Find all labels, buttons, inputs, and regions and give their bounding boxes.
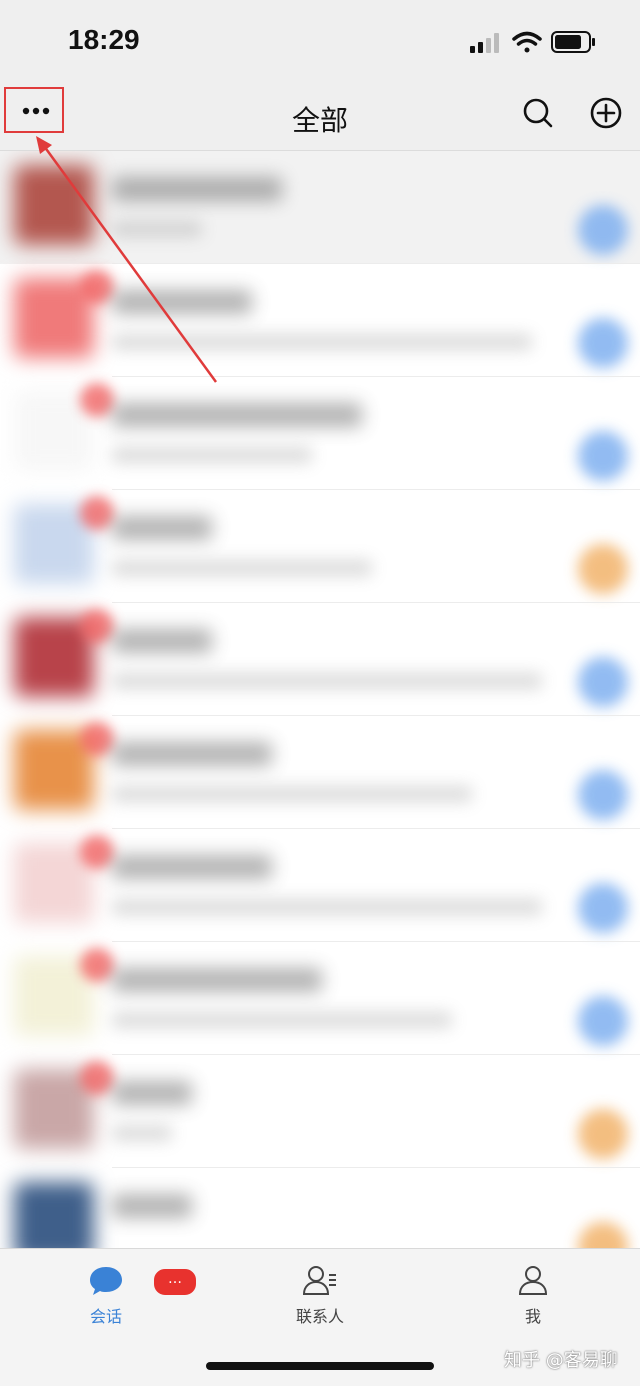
person-icon: [518, 1266, 548, 1295]
conversation-title: [112, 1081, 192, 1105]
unread-badge: [80, 270, 114, 304]
channel-tag: [578, 996, 628, 1046]
channel-tag: [578, 1109, 628, 1159]
avatar: [14, 1182, 94, 1248]
channel-tag: [578, 318, 628, 368]
conversation-row[interactable]: [0, 829, 640, 942]
conversation-title: [112, 290, 252, 314]
unread-badge: [80, 948, 114, 982]
conversation-preview: [112, 786, 472, 802]
status-icons: [470, 31, 595, 53]
unread-badge: [80, 835, 114, 869]
conversation-preview: [112, 447, 312, 463]
cellular-signal-icon: [470, 33, 499, 53]
unread-badge: …: [152, 1267, 198, 1297]
channel-tag: [578, 544, 628, 594]
conversation-row[interactable]: [0, 264, 640, 377]
conversation-title: [112, 177, 282, 201]
status-time: 18:29: [68, 24, 140, 55]
tab-label: 我: [524, 1307, 541, 1326]
conversation-title: [112, 403, 362, 427]
search-icon[interactable]: [520, 95, 556, 131]
conversation-title: [112, 968, 322, 992]
unread-badge: [80, 609, 114, 643]
home-indicator[interactable]: [206, 1362, 434, 1370]
watermark: 知乎 @客易聊: [504, 1350, 618, 1371]
conversation-preview: [112, 1012, 452, 1028]
conversation-row[interactable]: [0, 1055, 640, 1168]
conversation-row[interactable]: [0, 490, 640, 603]
conversation-row[interactable]: [0, 377, 640, 490]
unread-badge: [80, 496, 114, 530]
conversation-title: [112, 1194, 192, 1218]
conversation-list[interactable]: [0, 151, 640, 1248]
nav-bar: 全部: [0, 85, 640, 151]
tab-label: 联系人: [295, 1307, 344, 1326]
add-circle-icon[interactable]: [588, 95, 624, 131]
conversation-row[interactable]: [0, 1168, 640, 1248]
conversation-title: [112, 629, 212, 653]
conversation-row[interactable]: [0, 151, 640, 264]
channel-tag: [578, 883, 628, 933]
channel-tag: [578, 770, 628, 820]
channel-tag: [578, 431, 628, 481]
tab-conversations[interactable]: 会话 …: [46, 1263, 198, 1333]
conversation-row[interactable]: [0, 603, 640, 716]
channel-tag: [578, 205, 628, 255]
conversation-preview: [112, 221, 202, 237]
conversation-row[interactable]: [0, 716, 640, 829]
conversation-title: [112, 742, 272, 766]
status-bar: 18:29: [0, 0, 640, 85]
channel-tag: [578, 1222, 628, 1248]
conversation-title: [112, 855, 272, 879]
wifi-icon: [512, 31, 542, 53]
conversation-preview: [112, 1125, 172, 1141]
avatar: [14, 165, 94, 245]
contacts-icon: [302, 1266, 336, 1295]
battery-icon: [551, 31, 595, 53]
conversation-title: [112, 516, 212, 540]
tab-label: 会话: [89, 1307, 122, 1326]
unread-badge: [80, 383, 114, 417]
unread-badge: [80, 1061, 114, 1095]
conversation-preview: [112, 560, 372, 576]
conversation-preview: [112, 673, 542, 689]
conversation-preview: [112, 334, 532, 350]
unread-badge: [80, 722, 114, 756]
tab-me[interactable]: 我: [473, 1263, 593, 1333]
conversation-preview: [112, 899, 542, 915]
tab-contacts[interactable]: 联系人: [260, 1263, 380, 1333]
channel-tag: [578, 657, 628, 707]
conversation-row[interactable]: [0, 942, 640, 1055]
chat-bubble-icon: [90, 1267, 122, 1295]
